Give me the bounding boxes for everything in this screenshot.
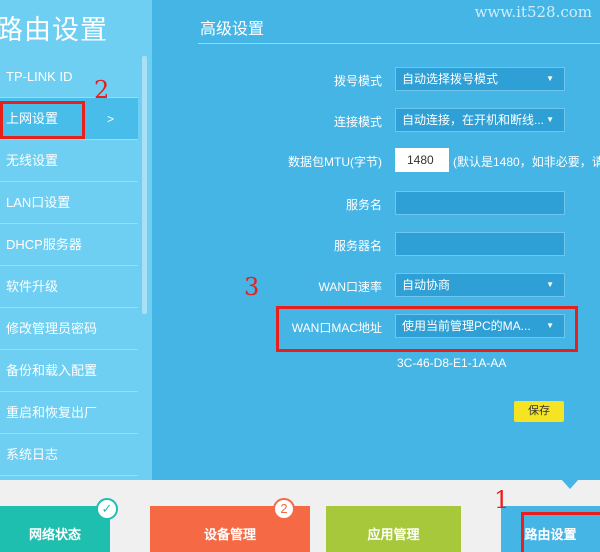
sidebar-item-label: 备份和载入配置 <box>6 363 98 378</box>
watermark: www.it528.com <box>474 3 592 21</box>
mtu-hint: (默认是1480，如非必要，请 <box>453 155 600 169</box>
sidebar-item-backup-restore[interactable]: 备份和载入配置 <box>0 350 138 392</box>
caret-down-icon: ▼ <box>546 280 554 289</box>
mac-address-value: 3C-46-D8-E1-1A-AA <box>397 356 507 370</box>
highlight-box-wan-mac <box>276 306 578 352</box>
connect-mode-label: 连接模式 <box>333 115 382 129</box>
sidebar-title: 路由设置 <box>0 15 108 46</box>
page-title: 高级设置 <box>200 21 265 38</box>
dial-mode-value: 自动选择拨号模式 <box>402 72 499 86</box>
mtu-input[interactable]: 1480 <box>395 148 449 172</box>
highlight-box-router-settings <box>521 512 600 552</box>
server-name-label: 服务器名 <box>333 239 382 253</box>
title-divider <box>198 43 600 44</box>
sidebar-item-label: TP-LINK ID <box>6 69 73 84</box>
sidebar-item-lan-settings[interactable]: LAN口设置 <box>0 182 138 224</box>
sidebar-item-label: 系统日志 <box>6 447 59 462</box>
server-name-input[interactable] <box>395 232 565 256</box>
dial-mode-label: 拨号模式 <box>333 74 382 88</box>
sidebar-scrollbar[interactable] <box>142 56 147 314</box>
dial-mode-select[interactable]: 自动选择拨号模式 ▼ <box>395 67 565 91</box>
tab-app-management[interactable]: 应用管理 <box>326 506 461 552</box>
caret-down-icon: ▼ <box>546 115 554 124</box>
caret-down-icon: ▼ <box>546 74 554 83</box>
sidebar-item-change-admin-password[interactable]: 修改管理员密码 <box>0 308 138 350</box>
bottom-nav: 网络状态 ✓ 设备管理 2 应用管理 路由设置 <box>0 480 600 552</box>
check-badge-icon: ✓ <box>96 498 118 520</box>
tab-label: 网络状态 <box>28 527 81 542</box>
annotation-number-1: 1 <box>494 486 510 514</box>
wan-speed-value: 自动协商 <box>402 278 451 292</box>
wan-speed-select[interactable]: 自动协商 ▼ <box>395 273 565 297</box>
tab-network-status[interactable]: 网络状态 <box>0 506 110 552</box>
mtu-label: 数据包MTU(字节) <box>288 155 382 169</box>
sidebar-item-label: DHCP服务器 <box>6 237 82 252</box>
sidebar: 路由设置 TP-LINK ID 上网设置 > 无线设置 LAN口设置 DHCP服务… <box>0 0 152 480</box>
sidebar-item-reboot-reset[interactable]: 重启和恢复出厂 <box>0 392 138 434</box>
connect-mode-value: 自动连接，在开机和断线... <box>402 113 545 127</box>
sidebar-item-label: 重启和恢复出厂 <box>6 405 98 420</box>
save-button[interactable]: 保存 <box>514 401 564 422</box>
sidebar-item-tplink-id[interactable]: TP-LINK ID <box>0 56 138 98</box>
sidebar-item-label: 修改管理员密码 <box>6 321 98 336</box>
annotation-number-2: 2 <box>94 76 110 104</box>
sidebar-item-dhcp-server[interactable]: DHCP服务器 <box>0 224 138 266</box>
sidebar-item-label: LAN口设置 <box>6 195 71 210</box>
highlight-box-internet-settings <box>0 101 85 139</box>
main-panel: 高级设置 拨号模式 自动选择拨号模式 ▼ 连接模式 自动连接，在开机和断线...… <box>152 0 600 480</box>
sidebar-item-label: 软件升级 <box>6 279 59 294</box>
service-name-input[interactable] <box>395 191 565 215</box>
chevron-right-icon: > <box>106 112 114 126</box>
annotation-number-3: 3 <box>244 273 260 301</box>
connect-mode-select[interactable]: 自动连接，在开机和断线... ▼ <box>395 108 565 132</box>
service-name-label: 服务名 <box>345 198 382 212</box>
sidebar-item-system-log[interactable]: 系统日志 <box>0 434 138 476</box>
sidebar-item-wireless-settings[interactable]: 无线设置 <box>0 140 138 182</box>
wan-speed-label: WAN口速率 <box>318 280 382 294</box>
sidebar-item-firmware-upgrade[interactable]: 软件升级 <box>0 266 138 308</box>
sidebar-item-label: 无线设置 <box>6 153 59 168</box>
device-count-badge: 2 <box>273 498 295 520</box>
tab-label: 设备管理 <box>203 527 256 542</box>
active-tab-pointer <box>561 479 579 489</box>
tab-label: 应用管理 <box>367 527 420 542</box>
